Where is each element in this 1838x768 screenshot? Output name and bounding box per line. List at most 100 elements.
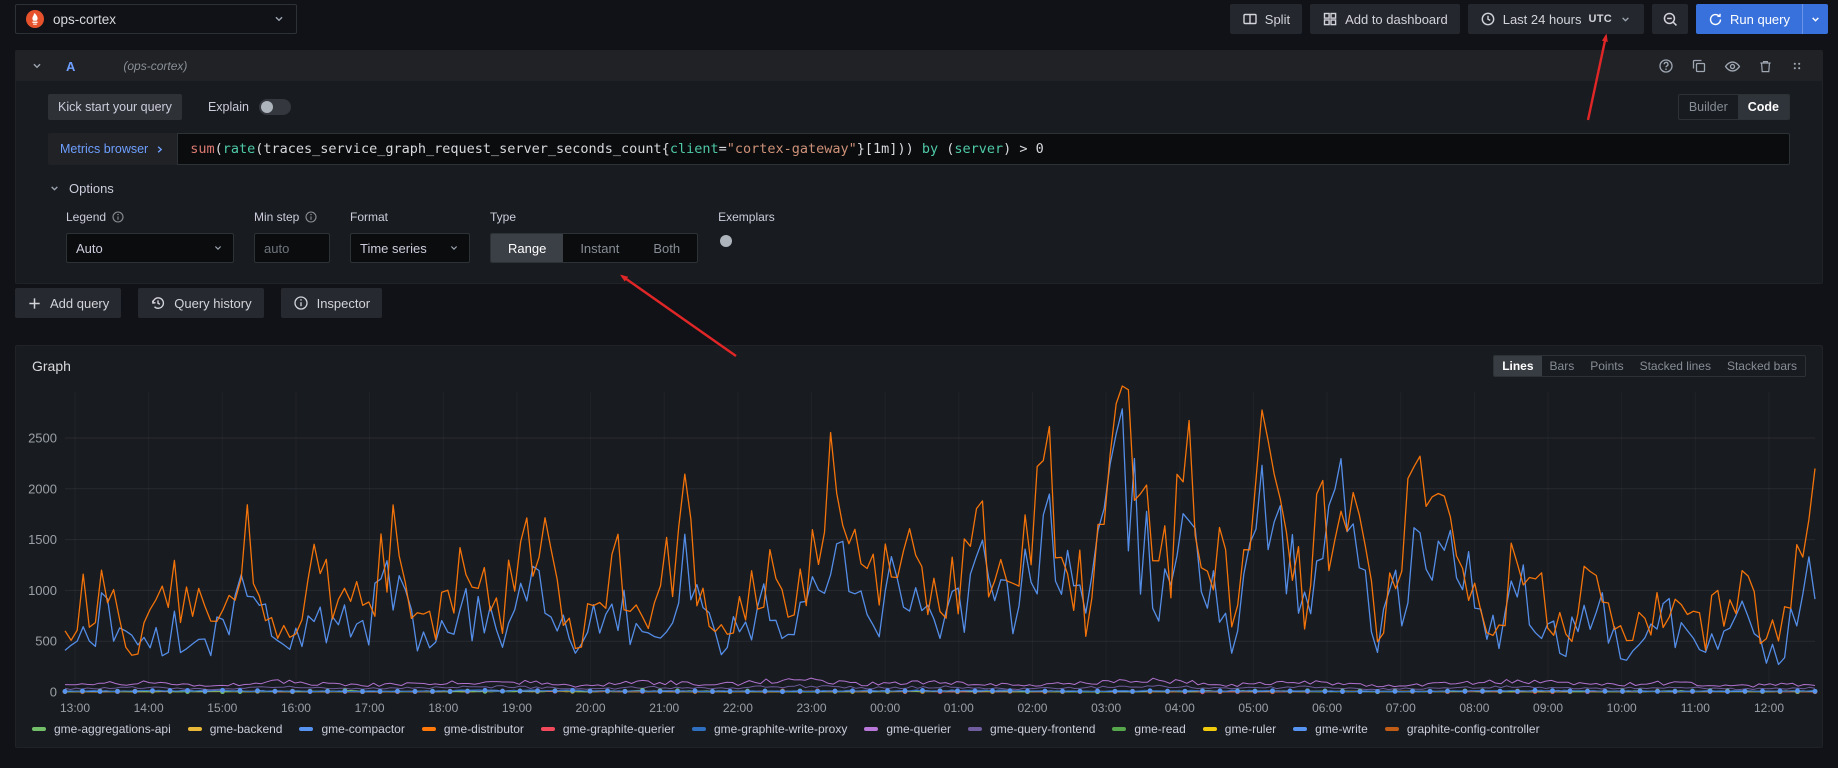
query-token: } — [857, 141, 865, 157]
legend-label: gme-query-frontend — [990, 722, 1095, 736]
query-history-button[interactable]: Query history — [138, 288, 263, 318]
promql-query-input[interactable]: sum(rate(traces_service_graph_request_se… — [177, 133, 1790, 165]
explain-control: Explain — [208, 99, 291, 115]
legend-label: gme-compactor — [321, 722, 404, 736]
svg-text:06:00: 06:00 — [1312, 701, 1342, 715]
datasource-picker[interactable]: ops-cortex — [15, 4, 297, 34]
info-icon[interactable] — [112, 211, 124, 223]
query-token: ) > — [1003, 141, 1036, 157]
run-query-label: Run query — [1730, 12, 1790, 27]
legend-swatch — [1385, 727, 1399, 731]
eye-icon[interactable] — [1724, 58, 1741, 75]
legend-item[interactable]: gme-graphite-write-proxy — [692, 722, 847, 736]
chevron-right-icon — [154, 144, 165, 155]
svg-text:20:00: 20:00 — [576, 701, 606, 715]
svg-text:500: 500 — [35, 634, 57, 649]
add-to-dashboard-button[interactable]: Add to dashboard — [1310, 4, 1460, 34]
legend-select[interactable]: Auto — [66, 233, 234, 263]
metrics-browser-label: Metrics browser — [60, 142, 148, 156]
code-mode-button[interactable]: Code — [1738, 95, 1789, 119]
timeseries-chart[interactable]: 0500100015002000250013:0014:0015:0016:00… — [17, 382, 1821, 717]
legend-item[interactable]: gme-distributor — [422, 722, 524, 736]
legend-swatch — [299, 727, 313, 731]
legend-item[interactable]: gme-backend — [188, 722, 283, 736]
svg-text:16:00: 16:00 — [281, 701, 311, 715]
type-option-instant[interactable]: Instant — [563, 234, 636, 262]
exemplars-option-label: Exemplars — [718, 210, 775, 224]
legend-item[interactable]: gme-compactor — [299, 722, 404, 736]
inspector-button[interactable]: Inspector — [281, 288, 382, 318]
trash-icon[interactable] — [1758, 59, 1773, 74]
svg-text:00:00: 00:00 — [870, 701, 900, 715]
run-query-group: Run query — [1696, 4, 1828, 34]
svg-text:05:00: 05:00 — [1238, 701, 1268, 715]
min-step-input[interactable] — [254, 233, 330, 263]
legend-item[interactable]: gme-write — [1293, 722, 1368, 736]
zoom-out-icon — [1662, 11, 1679, 28]
editor-mode-switch: Builder Code — [1678, 94, 1790, 120]
legend-item[interactable]: gme-querier — [864, 722, 951, 736]
graph-mode-stacked-lines[interactable]: Stacked lines — [1632, 356, 1719, 376]
copy-icon[interactable] — [1691, 58, 1707, 74]
query-history-label: Query history — [174, 296, 251, 311]
legend-label: gme-backend — [210, 722, 283, 736]
builder-mode-button[interactable]: Builder — [1679, 95, 1738, 119]
time-range-picker[interactable]: Last 24 hours UTC — [1468, 4, 1644, 34]
format-option: Format Time series — [350, 208, 470, 263]
graph-panel: Graph LinesBarsPointsStacked linesStacke… — [15, 345, 1823, 748]
explain-toggle[interactable] — [259, 99, 291, 115]
query-token: ( — [215, 141, 223, 157]
graph-mode-stacked-bars[interactable]: Stacked bars — [1719, 356, 1805, 376]
drag-handle-icon[interactable] — [1790, 59, 1804, 73]
collapse-chevron-icon[interactable] — [30, 59, 44, 73]
help-icon[interactable] — [1658, 58, 1674, 74]
query-token: 0 — [1036, 141, 1044, 157]
legend-item[interactable]: gme-read — [1112, 722, 1185, 736]
run-query-button[interactable]: Run query — [1696, 4, 1802, 34]
time-range-label: Last 24 hours — [1503, 12, 1582, 27]
query-options: Legend Auto Min step — [66, 208, 1790, 263]
legend-option: Legend Auto — [66, 208, 234, 263]
type-option-range[interactable]: Range — [491, 234, 563, 262]
query-token: client — [670, 141, 719, 157]
graph-mode-bars[interactable]: Bars — [1542, 356, 1583, 376]
type-option-both[interactable]: Both — [636, 234, 697, 262]
svg-text:03:00: 03:00 — [1091, 701, 1121, 715]
toolbar-actions: Split Add to dashboard Last 24 hours UTC — [1230, 4, 1828, 34]
zoom-out-button[interactable] — [1652, 4, 1688, 34]
prometheus-icon — [26, 10, 44, 28]
svg-text:14:00: 14:00 — [134, 701, 164, 715]
kick-start-button[interactable]: Kick start your query — [48, 94, 182, 120]
add-query-button[interactable]: Add query — [15, 288, 121, 318]
run-query-dropdown[interactable] — [1802, 4, 1828, 34]
graph-panel-header: Graph LinesBarsPointsStacked linesStacke… — [16, 346, 1822, 377]
split-button[interactable]: Split — [1230, 4, 1302, 34]
info-icon — [293, 295, 309, 311]
query-row-header: A (ops-cortex) — [16, 51, 1822, 81]
legend-item[interactable]: graphite-config-controller — [1385, 722, 1540, 736]
graph-mode-points[interactable]: Points — [1582, 356, 1631, 376]
legend-item[interactable]: gme-ruler — [1203, 722, 1276, 736]
history-icon — [150, 295, 166, 311]
legend-swatch — [188, 727, 202, 731]
metrics-browser-button[interactable]: Metrics browser — [48, 133, 177, 165]
graph-panel-title: Graph — [32, 358, 71, 374]
legend-item[interactable]: gme-graphite-querier — [541, 722, 675, 736]
query-editor-card: A (ops-cortex) Kick start your query E — [15, 50, 1823, 284]
min-step-option: Min step — [254, 208, 330, 263]
format-select[interactable]: Time series — [350, 233, 470, 263]
options-header[interactable]: Options — [48, 181, 1790, 196]
legend-item[interactable]: gme-aggregations-api — [32, 722, 171, 736]
clock-icon — [1480, 11, 1496, 27]
inspector-label: Inspector — [317, 296, 370, 311]
svg-text:23:00: 23:00 — [797, 701, 827, 715]
options-header-label: Options — [69, 181, 114, 196]
legend-label: graphite-config-controller — [1407, 722, 1540, 736]
info-icon[interactable] — [305, 211, 317, 223]
query-token: [1m] — [865, 141, 898, 157]
legend-label: gme-ruler — [1225, 722, 1276, 736]
legend-item[interactable]: gme-query-frontend — [968, 722, 1095, 736]
plus-icon — [27, 296, 42, 311]
svg-text:2500: 2500 — [28, 431, 57, 446]
graph-mode-lines[interactable]: Lines — [1494, 356, 1541, 376]
